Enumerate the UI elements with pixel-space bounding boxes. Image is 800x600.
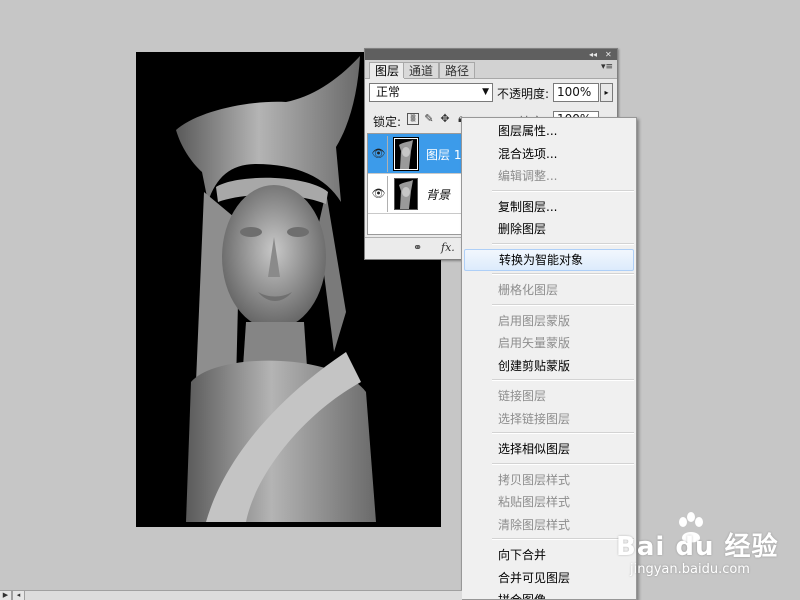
panel-tabs: 图层 通道 路径 ▾≡ <box>365 60 617 79</box>
tab-paths[interactable]: 路径 <box>439 62 476 78</box>
link-icon[interactable]: ⚭ <box>413 241 422 254</box>
eye-icon[interactable]: 👁︎ <box>370 176 388 212</box>
menu-separator <box>492 242 634 245</box>
menu-separator <box>492 273 634 275</box>
tab-layers[interactable]: 图层 <box>369 62 406 79</box>
menu-item: 选择链接图层 <box>498 411 571 426</box>
scroll-arrow-icon[interactable]: ◂ <box>12 591 25 600</box>
watermark-url: jingyan.baidu.com <box>630 562 750 577</box>
menu-item[interactable]: 选择相似图层 <box>464 438 634 460</box>
baidu-jingyan-watermark: Bai du 经验 jingyan.baidu.com <box>616 512 800 582</box>
lock-label: 锁定: <box>373 115 402 129</box>
menu-separator <box>492 379 634 381</box>
menu-item: 粘贴图层样式 <box>498 495 571 509</box>
dropdown-arrow-icon: ▼ <box>482 87 489 97</box>
menu-item: 链接图层 <box>498 389 547 403</box>
menu-separator <box>492 303 634 306</box>
menu-item[interactable]: 删除图层 <box>464 218 634 240</box>
menu-item[interactable]: 图层属性... <box>464 120 634 142</box>
menu-separator <box>492 538 634 540</box>
menu-item: 拷贝图层样式 <box>498 472 571 487</box>
menu-separator <box>492 432 634 434</box>
menu-item: 启用图层蒙版 <box>498 313 571 328</box>
panel-menu-icon[interactable]: ▾≡ <box>601 62 613 72</box>
context-menu: 图层属性... 混合选项... 编辑调整... 复制图层... 删除图层转换为智能对象栅… <box>461 117 637 600</box>
opacity-slider-button[interactable]: ▸ <box>600 83 613 102</box>
opacity-label: 不透明度: <box>497 87 550 101</box>
blend-mode-value: 正常 <box>376 85 401 99</box>
fx-icon[interactable]: fx. <box>441 241 455 254</box>
menu-item: 清除图层样式 <box>498 517 571 532</box>
watermark-title: Bai du 经验 <box>616 532 779 562</box>
menu-item[interactable]: 混合选项... <box>464 143 634 165</box>
menu-item: 栅格化图层 <box>498 283 559 297</box>
menu-item[interactable]: 向下合并 <box>464 544 634 566</box>
lock-move-icon[interactable]: ✥ <box>439 113 451 125</box>
layer-thumbnail <box>393 137 419 171</box>
opacity-input[interactable]: 100% <box>553 83 599 102</box>
menu-item[interactable]: 合并可见图层 <box>464 567 634 589</box>
menu-item[interactable]: 复制图层... <box>464 196 634 218</box>
panel-titlebar[interactable]: ◂◂ ✕ <box>365 49 617 60</box>
menu-separator <box>492 189 634 192</box>
horizontal-scrollbar[interactable]: ▶ ◂ <box>0 590 462 600</box>
close-icon[interactable]: ✕ <box>605 49 612 60</box>
layer-thumbnail <box>394 178 418 210</box>
menu-item[interactable]: 创建剪贴蒙版 <box>464 355 634 377</box>
menu-item[interactable]: 拼合图像 <box>464 589 634 599</box>
eye-icon[interactable]: 👁︎ <box>370 136 388 172</box>
tab-channels[interactable]: 通道 <box>403 62 440 78</box>
lock-brush-icon[interactable]: ✎ <box>423 113 435 125</box>
menu-separator <box>492 462 634 465</box>
lock-transparency-icon[interactable]: ▒ <box>407 113 419 125</box>
menu-item: 编辑调整... <box>498 169 558 183</box>
menu-item: 启用矢量蒙版 <box>498 336 571 350</box>
layer-name[interactable]: 图层 1 <box>426 146 461 163</box>
blend-mode-select[interactable]: 正常 ▼ <box>369 83 493 102</box>
menu-item[interactable]: 转换为智能对象 <box>464 248 634 271</box>
layer-name[interactable]: 背景 <box>426 186 450 203</box>
scroll-left-icon[interactable]: ▶ <box>0 591 12 600</box>
collapse-icon[interactable]: ◂◂ <box>589 49 597 60</box>
